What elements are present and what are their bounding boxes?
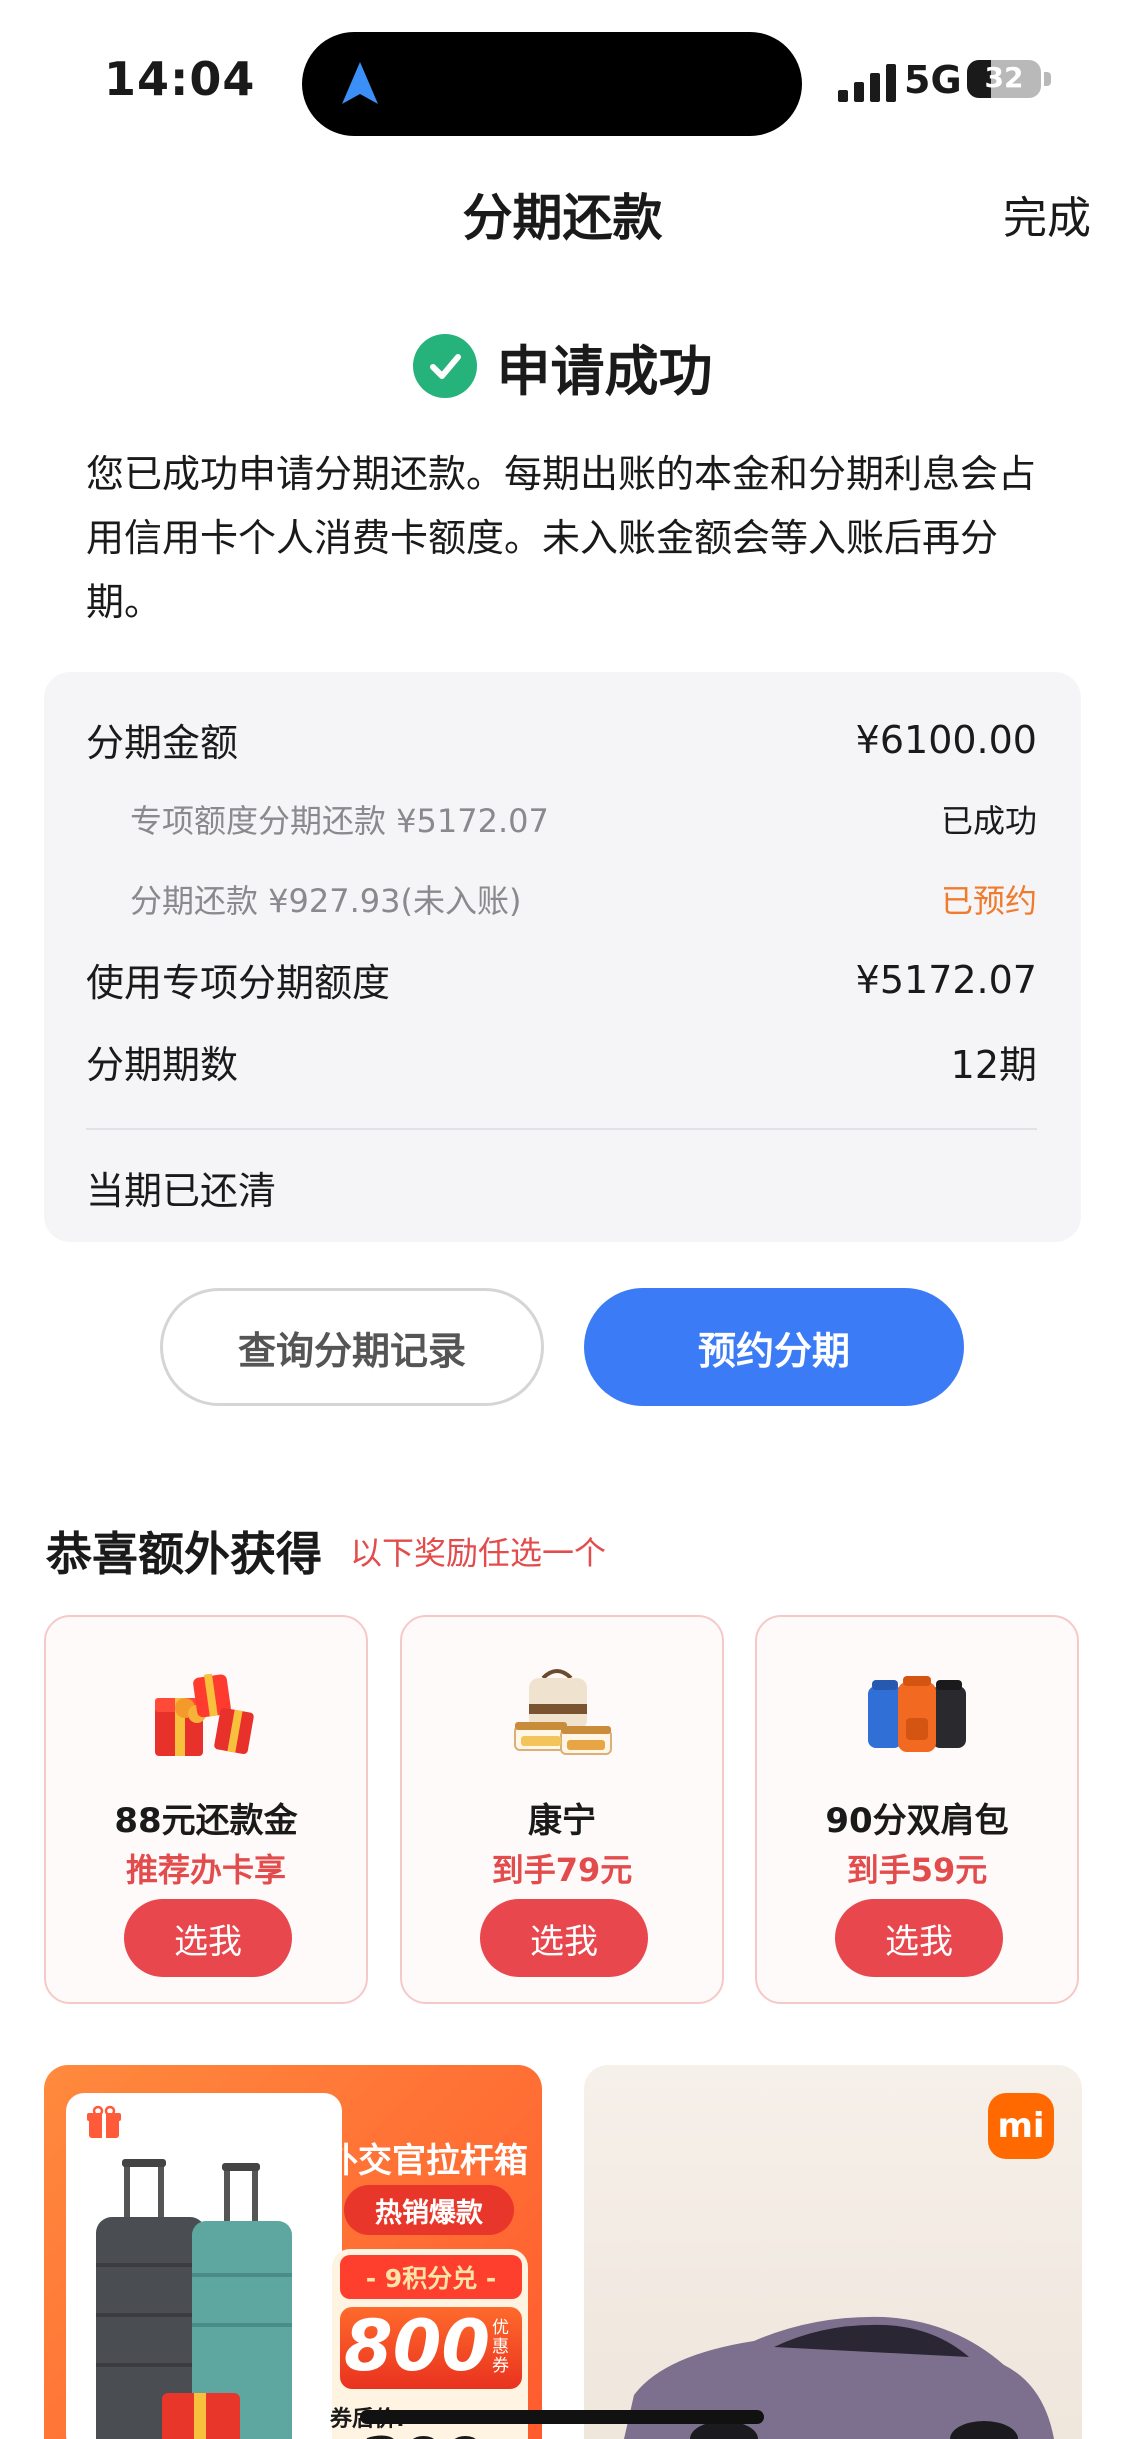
promo-title: 外交官拉杆箱 [324,2141,528,2181]
points-label: - 9积分兑 - [340,2255,522,2299]
reward-name: 88元还款金 [114,1801,298,1841]
network-type: 5G [904,58,962,102]
gift-icon [87,2105,121,2138]
after-coupon-price: 299 [362,2425,487,2439]
special-quota-label: 专项额度分期还款 ¥5172.07 [130,802,549,840]
done-button[interactable]: 完成 [1003,182,1091,246]
special-quota-status: 已成功 [940,802,1037,840]
select-reward-button[interactable]: 选我 [480,1899,648,1977]
reward-name: 康宁 [528,1801,596,1841]
lunch-box-icon [402,1659,722,1769]
used-quota-value: ¥5172.07 [855,957,1037,1002]
promo-card-luggage[interactable]: 外交官拉杆箱 热销爆款 - 9积分兑 - 800 优惠券 券后价: 299 [44,2065,542,2439]
installment-details-card: 分期金额 ¥6100.00 专项额度分期还款 ¥5172.07 已成功 分期还款… [44,672,1081,1242]
query-records-button[interactable]: 查询分期记录 [160,1288,544,1406]
reward-card-corning[interactable]: 康宁 到手79元 选我 [400,1615,724,2004]
backpack-icon [757,1659,1077,1769]
battery-level: 32 [984,61,1024,94]
success-description: 您已成功申请分期还款。每期出账的本金和分期利息会占用信用卡个人消费卡额度。未入账… [86,452,1037,624]
luggage-icon [96,2159,292,2439]
unposted-label: 分期还款 ¥927.93(未入账) [130,882,522,920]
page-title: 分期还款 [462,189,663,247]
signal-icon [838,64,896,102]
amount-value: ¥6100.00 [855,717,1037,762]
check-circle-icon [412,334,477,398]
unposted-status: 已预约 [940,882,1037,920]
coupon-amount: 800 [344,2305,491,2387]
used-quota-label: 使用专项分期额度 [86,961,391,1005]
used-quota-row: 使用专项分期额度 ¥5172.07 [86,952,1037,1007]
select-reward-button[interactable]: 选我 [124,1899,292,1977]
promo-card-car[interactable]: mi [584,2065,1082,2439]
battery-cap [1044,72,1051,86]
gift-box-icon [46,1659,366,1769]
select-reward-button[interactable]: 选我 [835,1899,1003,1977]
periods-value: 12期 [950,1043,1037,1087]
status-bar: 14:04 5G 32 [0,0,1125,150]
periods-label: 分期期数 [86,1043,239,1087]
reward-name: 90分双肩包 [825,1801,1009,1841]
book-installment-button[interactable]: 预约分期 [584,1288,964,1406]
home-indicator [360,2410,764,2424]
current-period-label: 当期已还清 [86,1169,277,1213]
reward-card-backpack[interactable]: 90分双肩包 到手59元 选我 [755,1615,1079,2004]
rewards-title: 恭喜额外获得 [46,1527,322,1581]
amount-label: 分期金额 [86,721,239,765]
amount-row: 分期金额 ¥6100.00 [86,712,1037,767]
success-header: 申请成功 [0,326,1125,406]
divider [86,1128,1037,1130]
rewards-subtitle: 以下奖励任选一个 [350,1534,607,1572]
reward-price: 到手79元 [491,1851,633,1889]
unposted-row: 分期还款 ¥927.93(未入账) 已预约 [130,876,1037,922]
reward-price: 到手59元 [846,1851,988,1889]
luggage-image [66,2093,342,2439]
current-period-row: 当期已还清 [86,1160,1037,1215]
dynamic-island [302,32,802,136]
reward-card-repayment[interactable]: 88元还款金 推荐办卡享 选我 [44,1615,368,2004]
success-title: 申请成功 [496,339,713,403]
coupon-label: 优惠券 [492,2318,509,2376]
hot-badge: 热销爆款 [344,2185,514,2235]
reward-price: 推荐办卡享 [125,1851,286,1889]
periods-row: 分期期数 12期 [86,1034,1037,1089]
navigation-arrow-icon [342,62,378,104]
special-quota-row: 专项额度分期还款 ¥5172.07 已成功 [130,796,1037,842]
status-time: 14:04 [104,52,256,106]
battery-icon: 32 [967,60,1041,98]
car-image [624,2316,1054,2439]
